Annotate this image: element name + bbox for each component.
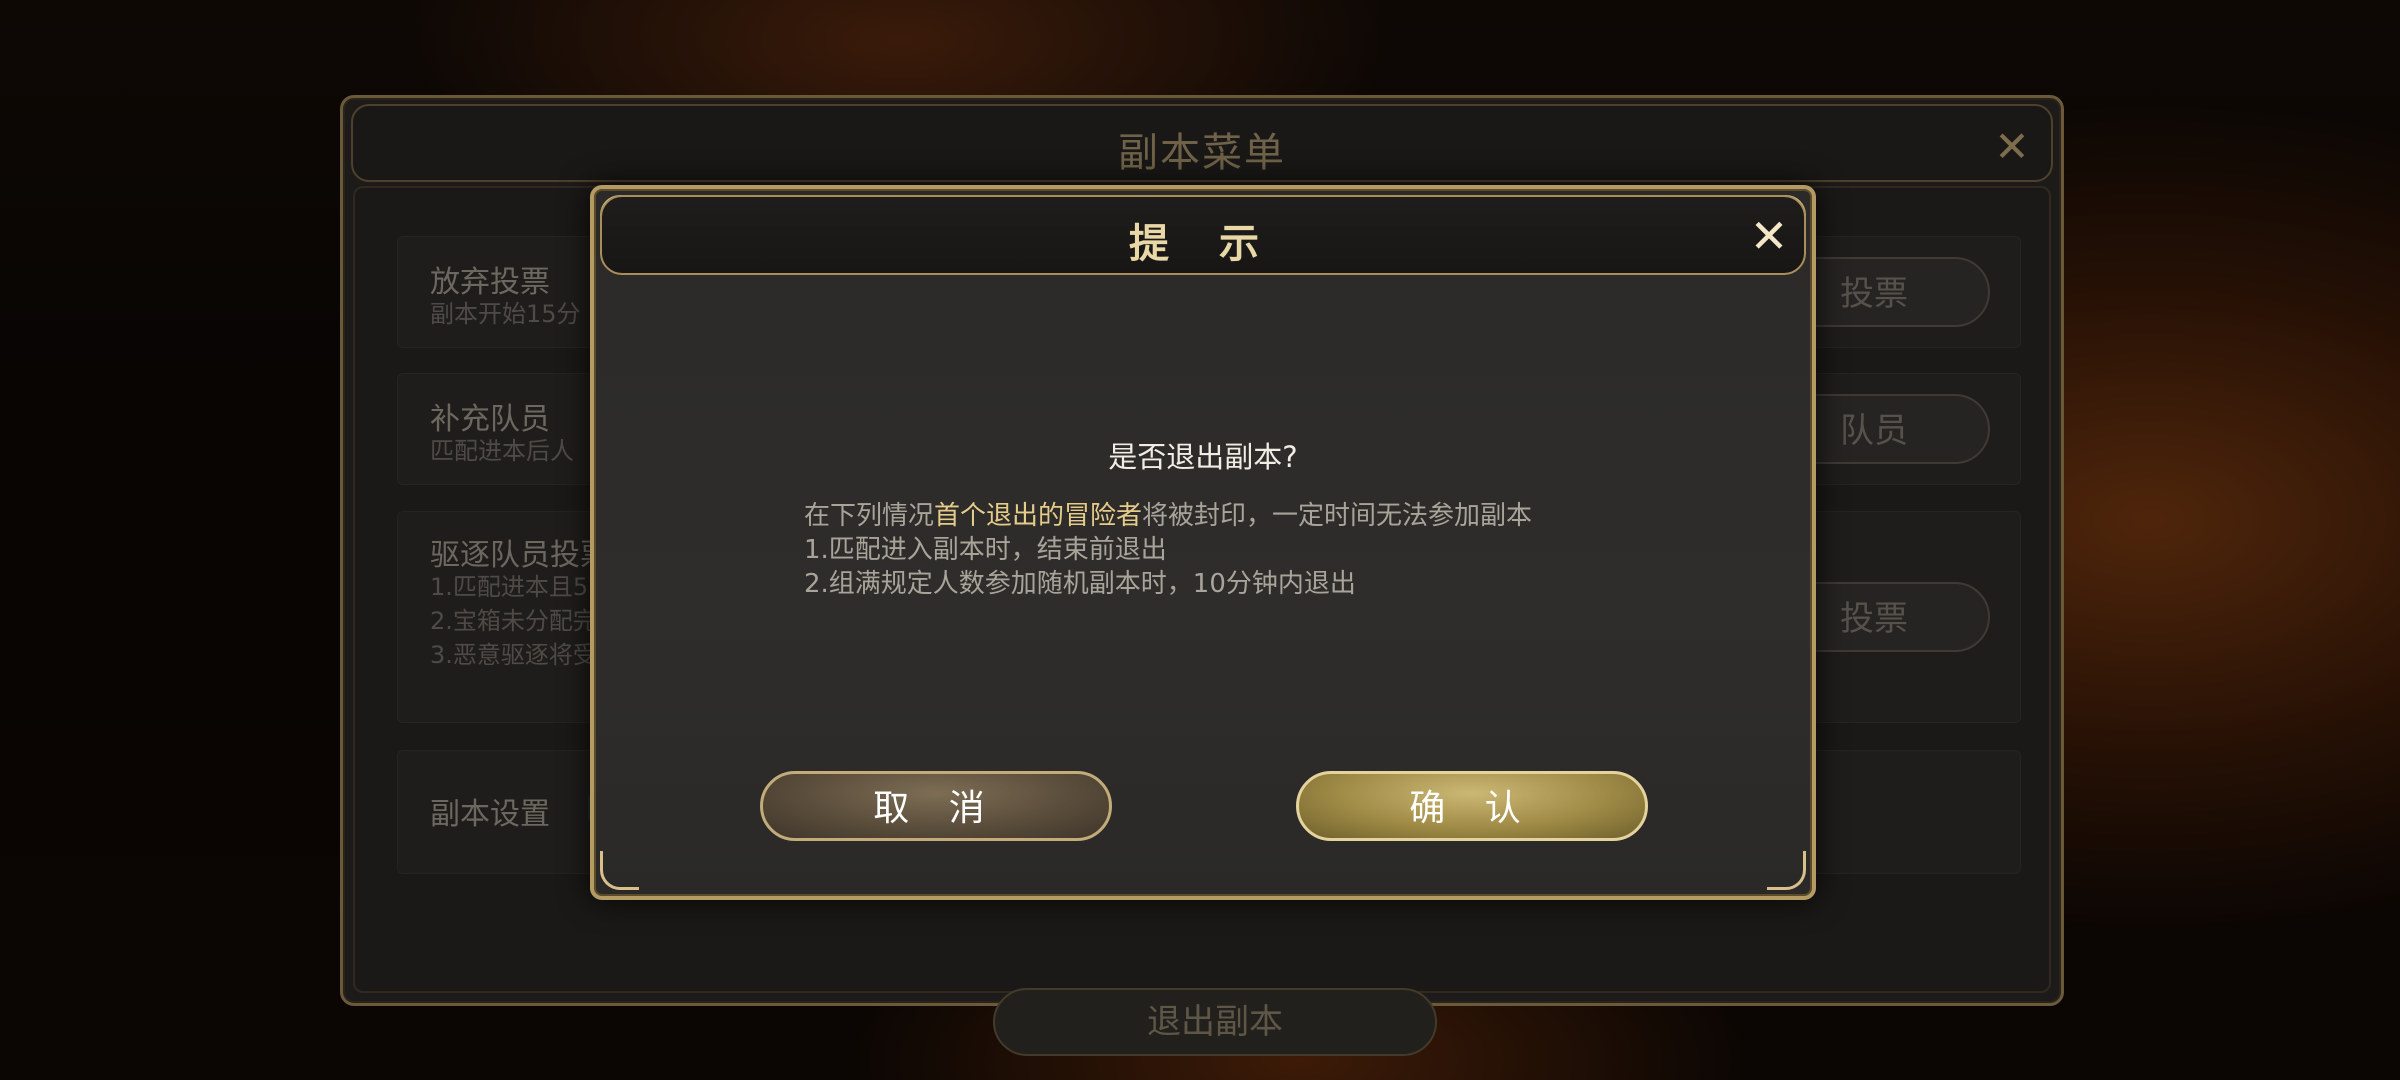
menu-header: 副本菜单 ✕ xyxy=(351,104,2053,182)
notice-rule-1: 1.匹配进入副本时，结束前退出 xyxy=(804,535,1167,565)
row-desc: 1.匹配进本且5 xyxy=(430,573,589,601)
row-title: 补充队员 xyxy=(430,402,550,437)
row-title: 驱逐队员投票 xyxy=(430,538,610,573)
corner-ornament xyxy=(1767,851,1806,890)
confirm-button[interactable]: 确 认 xyxy=(1296,771,1648,841)
dialog-header: 提 示 ✕ xyxy=(600,195,1806,275)
exit-confirm-dialog: 提 示 ✕ 是否退出副本? 在下列情况首个退出的冒险者将被封印，一定时间无法参加… xyxy=(590,185,1816,900)
notice-rule-2: 2.组满规定人数参加随机副本时，10分钟内退出 xyxy=(804,569,1356,599)
row-desc: 3.恶意驱逐将受 xyxy=(430,641,597,669)
dialog-title: 提 示 xyxy=(1129,220,1277,267)
row-title: 放弃投票 xyxy=(430,265,550,300)
exit-dungeon-button[interactable]: 退出副本 xyxy=(993,988,1437,1056)
corner-ornament xyxy=(600,851,639,890)
row-desc: 匹配进本后人 xyxy=(430,437,574,465)
row-desc: 副本开始15分 xyxy=(430,300,581,328)
row-title: 副本设置 xyxy=(430,797,550,832)
menu-title: 副本菜单 xyxy=(1118,130,1286,176)
notice-highlight: 首个退出的冒险者 xyxy=(934,501,1143,531)
cancel-button[interactable]: 取 消 xyxy=(760,771,1112,841)
exit-question: 是否退出副本? xyxy=(1108,440,1298,474)
notice-suffix: 将被封印，一定时间无法参加副本 xyxy=(1142,501,1533,531)
exit-notice: 在下列情况首个退出的冒险者将被封印，一定时间无法参加副本 1.匹配进入副本时，结… xyxy=(804,499,1624,601)
menu-close-icon[interactable]: ✕ xyxy=(1989,124,2035,170)
notice-prefix: 在下列情况 xyxy=(804,501,935,531)
row-desc: 2.宝箱未分配完 xyxy=(430,607,597,635)
close-icon[interactable]: ✕ xyxy=(1744,211,1794,261)
notice-line: 在下列情况首个退出的冒险者将被封印，一定时间无法参加副本 xyxy=(804,499,1624,533)
